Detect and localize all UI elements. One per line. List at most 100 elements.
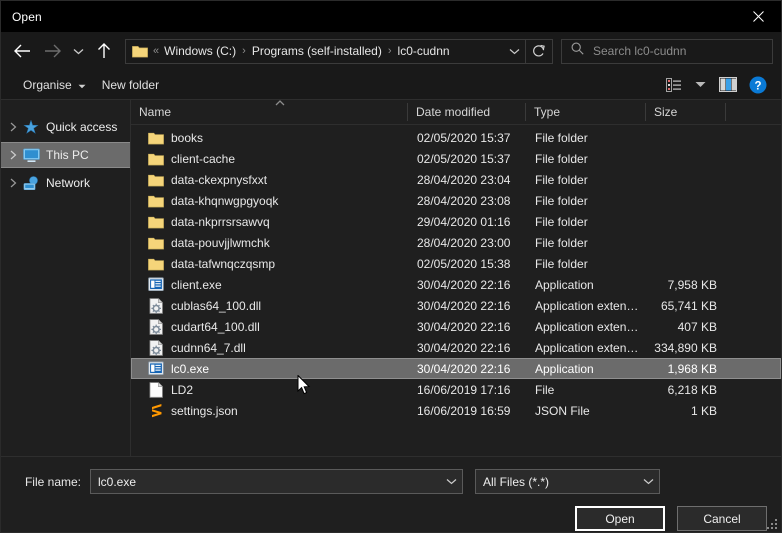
sidebar-item-label: This PC [46,148,89,162]
table-row[interactable]: data-nkprrsrsawvq29/04/2020 01:16File fo… [131,211,781,232]
chevron-right-icon[interactable] [5,150,22,160]
dll-icon [148,319,164,335]
cell-date-modified: 28/04/2020 23:04 [409,173,527,187]
refresh-icon[interactable] [525,40,552,63]
table-row[interactable]: data-khqnwgpgyoqk28/04/2020 23:08File fo… [131,190,781,211]
table-row[interactable]: data-pouvjjlwmchk28/04/2020 23:00File fo… [131,232,781,253]
back-arrow-icon[interactable] [7,36,37,66]
file-name-text: data-khqnwgpgyoqk [171,194,278,208]
monitor-icon [22,147,40,163]
table-row[interactable]: client-cache02/05/2020 15:37File folder [131,148,781,169]
cell-type: File folder [527,194,647,208]
column-header-type[interactable]: Type [526,103,646,121]
preview-pane-icon[interactable] [713,73,743,97]
file-name-input[interactable] [91,474,440,490]
file-name-combobox[interactable] [90,469,463,494]
cell-name: data-tafwnqczqsmp [132,256,409,272]
cancel-button[interactable]: Cancel [677,506,767,531]
breadcrumb-separator: › [384,45,396,57]
cell-date-modified: 16/06/2019 16:59 [409,404,527,418]
table-row[interactable]: cudart64_100.dll30/04/2020 22:16Applicat… [131,316,781,337]
cell-name: data-ckexpnysfxxt [132,172,409,188]
new-folder-button[interactable]: New folder [94,73,167,97]
window-title: Open [1,10,42,24]
table-row[interactable]: books02/05/2020 15:37File folder [131,127,781,148]
breadcrumb-item-1[interactable]: Programs (self-installed) [250,44,384,58]
breadcrumb: « Windows (C:) › Programs (self-installe… [153,44,503,58]
cell-name: data-pouvjjlwmchk [132,235,409,251]
view-options-chevron-down-icon[interactable] [687,73,713,97]
cell-type: JSON File [527,404,647,418]
breadcrumb-item-2[interactable]: lc0-cudnn [396,44,452,58]
breadcrumb-item-0[interactable]: Windows (C:) [162,44,238,58]
table-row[interactable]: cublas64_100.dll30/04/2020 22:16Applicat… [131,295,781,316]
file-name-text: data-pouvjjlwmchk [171,236,270,250]
cell-name: data-khqnwgpgyoqk [132,193,409,209]
table-row[interactable]: lc0.exe30/04/2020 22:16Application1,968 … [131,358,781,379]
new-folder-label: New folder [102,78,159,92]
table-row[interactable]: client.exe 30/04/2020 22:16Application7,9… [131,274,781,295]
breadcrumb-separator: › [238,45,250,57]
cell-name: cudnn64_7.dll [132,340,409,356]
cell-date-modified: 29/04/2020 01:16 [409,215,527,229]
search-box[interactable] [561,39,773,64]
chevron-right-icon[interactable] [5,178,22,188]
cell-date-modified: 30/04/2020 22:16 [409,362,527,376]
file-type-filter-combobox[interactable]: All Files (*.*) [475,469,660,494]
cell-name: lc0.exe [132,361,409,377]
file-name-text: client.exe [171,278,222,292]
resize-grip-icon[interactable] [766,518,777,529]
address-bar[interactable]: « Windows (C:) › Programs (self-installe… [125,39,553,64]
column-header-date-modified[interactable]: Date modified [408,103,526,121]
file-list: Name Date modified Type Size books02/05/… [131,100,781,456]
cell-type: File folder [527,131,647,145]
cell-date-modified: 28/04/2020 23:00 [409,236,527,250]
cell-date-modified: 30/04/2020 22:16 [409,299,527,313]
chevron-down-icon[interactable] [440,478,462,485]
cell-name: client-cache [132,151,409,167]
exe-icon [148,277,164,293]
open-button[interactable]: Open [575,506,665,531]
file-name-text: cublas64_100.dll [171,299,261,313]
file-name-text: books [171,131,203,145]
sidebar-item-label: Network [46,176,90,190]
cell-date-modified: 30/04/2020 22:16 [409,278,527,292]
up-arrow-icon[interactable] [89,36,119,66]
table-row[interactable]: data-ckexpnysfxxt28/04/2020 23:04File fo… [131,169,781,190]
breadcrumb-overflow[interactable]: « [153,45,162,57]
table-row[interactable]: settings.json16/06/2019 16:59JSON File1 … [131,400,781,421]
sidebar-item-network[interactable]: Network [1,170,130,196]
file-name-text: cudnn64_7.dll [171,341,246,355]
chevron-down-icon[interactable] [637,478,659,485]
details-view-icon[interactable] [661,73,687,97]
navigation-bar: « Windows (C:) › Programs (self-installe… [1,32,781,70]
organise-button[interactable]: Organise [15,73,94,97]
cell-type: Application [527,278,647,292]
cell-date-modified: 02/05/2020 15:38 [409,257,527,271]
sidebar-item-quick-access[interactable]: Quick access [1,114,130,140]
navigation-sidebar: Quick access This PC [1,100,131,456]
sidebar-item-this-pc[interactable]: This PC [1,142,130,168]
cell-type: Application exten… [527,320,647,334]
column-header-name[interactable]: Name [131,103,408,121]
svg-text:?: ? [754,80,761,92]
table-row[interactable]: LD216/06/2019 17:16File6,218 KB [131,379,781,400]
network-icon [22,175,40,191]
table-row[interactable]: cudnn64_7.dll30/04/2020 22:16Application… [131,337,781,358]
folder-icon [132,44,148,58]
cell-size: 7,958 KB [647,278,727,292]
address-dropdown-chevron-down-icon[interactable] [503,40,525,63]
column-header-spacer [726,103,781,121]
search-icon [571,42,584,60]
cell-name: cublas64_100.dll [132,298,409,314]
filename-row: File name: All Files (*.*) [15,469,767,494]
dll-icon [148,340,164,356]
table-row[interactable]: data-tafwnqczqsmp02/05/2020 15:38File fo… [131,253,781,274]
chevron-right-icon[interactable] [5,122,22,132]
column-header-size[interactable]: Size [646,103,726,121]
close-icon[interactable] [735,1,781,32]
chevron-down-icon[interactable] [67,36,89,66]
search-input[interactable] [591,43,772,59]
help-icon[interactable]: ? [743,73,773,97]
file-name-text: data-tafwnqczqsmp [171,257,275,271]
